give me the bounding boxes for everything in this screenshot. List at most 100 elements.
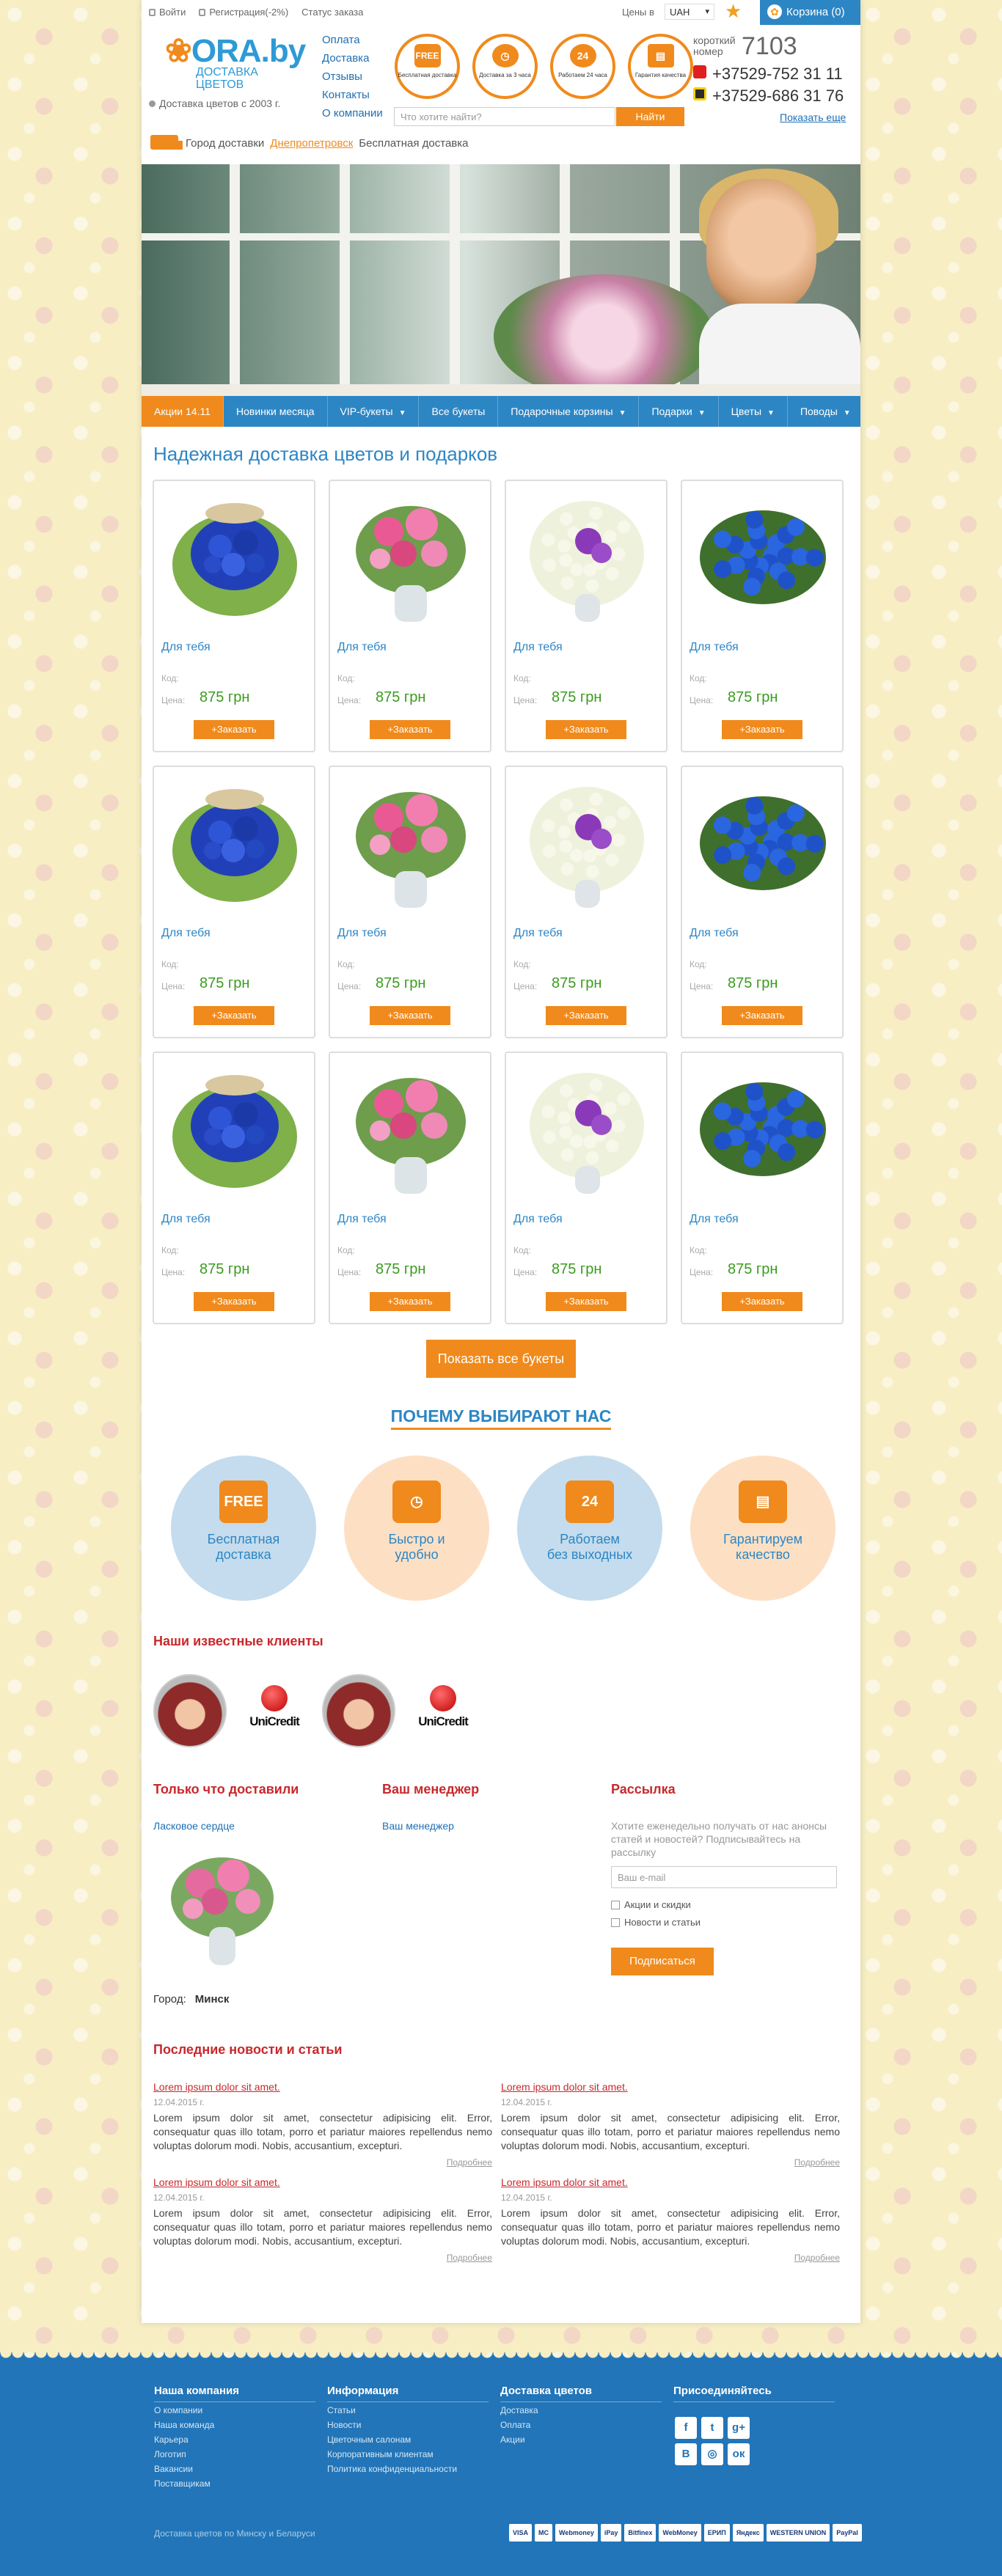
twitter-icon[interactable]: t — [701, 2417, 723, 2439]
product-card[interactable]: Для тебя Код: Цена: 875 грн +Заказать — [505, 1052, 668, 1324]
nav-payment[interactable]: Оплата — [322, 31, 383, 49]
product-card[interactable]: Для тебя Код: Цена: 875 грн +Заказать — [329, 766, 491, 1038]
footer-link[interactable]: Вакансии — [154, 2462, 315, 2476]
product-title[interactable]: Для тебя — [161, 927, 211, 940]
order-button[interactable]: +Заказать — [194, 720, 274, 739]
order-button[interactable]: +Заказать — [546, 1292, 626, 1311]
favorites-star-icon[interactable]: ★ — [725, 1, 742, 21]
order-button[interactable]: +Заказать — [194, 1292, 274, 1311]
menu-gifts[interactable]: Подарки ▼ — [639, 396, 719, 427]
product-card[interactable]: Для тебя Код: Цена: 875 грн +Заказать — [329, 480, 491, 752]
order-status-link[interactable]: Статус заказа — [301, 7, 363, 18]
product-title[interactable]: Для тебя — [513, 641, 563, 654]
product-card[interactable]: Для тебя Код: Цена: 875 грн +Заказать — [681, 1052, 844, 1324]
product-card[interactable]: Для тебя Код: Цена: 875 грн +Заказать — [153, 1052, 315, 1324]
login-link[interactable]: Войти — [149, 7, 186, 18]
bouquet-image[interactable] — [169, 777, 301, 911]
footer-link[interactable]: Доставка — [500, 2404, 662, 2417]
menu-all-bouquets[interactable]: Все букеты — [419, 396, 499, 427]
product-title[interactable]: Для тебя — [337, 641, 387, 654]
news-headline-link[interactable]: Lorem ipsum dolor sit amet. — [501, 2081, 840, 2093]
footer-link[interactable]: Корпоративным клиентам — [327, 2448, 489, 2461]
order-button[interactable]: +Заказать — [370, 720, 450, 739]
footer-link[interactable]: Статьи — [327, 2404, 489, 2417]
order-button[interactable]: +Заказать — [546, 720, 626, 739]
product-card[interactable]: Для тебя Код: Цена: 875 грн +Заказать — [153, 480, 315, 752]
footer-link[interactable]: Карьера — [154, 2433, 315, 2446]
search-button[interactable]: Найти — [616, 107, 684, 126]
bouquet-image[interactable] — [697, 491, 829, 625]
footer-link[interactable]: Поставщикам — [154, 2477, 315, 2490]
product-title[interactable]: Для тебя — [690, 927, 739, 940]
product-title[interactable]: Для тебя — [337, 927, 387, 940]
product-card[interactable]: Для тебя Код: Цена: 875 грн +Заказать — [681, 480, 844, 752]
checkbox-news[interactable]: Новости и статьи — [611, 1917, 701, 1928]
bouquet-image[interactable] — [169, 491, 301, 625]
product-card[interactable]: Для тебя Код: Цена: 875 грн +Заказать — [329, 1052, 491, 1324]
register-link[interactable]: Регистрация(-2%) — [199, 7, 288, 18]
currency-select[interactable]: UAH — [665, 4, 714, 20]
checkbox-promos[interactable]: Акции и скидки — [611, 1899, 691, 1910]
menu-new[interactable]: Новинки месяца — [224, 396, 328, 427]
product-title[interactable]: Для тебя — [337, 1213, 387, 1226]
news-more-link[interactable]: Подробнее — [153, 2253, 492, 2263]
bouquet-image[interactable] — [345, 1063, 477, 1197]
bouquet-image[interactable] — [697, 1063, 829, 1197]
footer-link[interactable]: Цветочным салонам — [327, 2433, 489, 2446]
manager-link[interactable]: Ваш менеджер — [382, 1820, 454, 1832]
bouquet-image[interactable] — [345, 491, 477, 625]
cart-button[interactable]: ✿ Корзина (0) — [760, 0, 860, 25]
bouquet-image[interactable] — [521, 491, 653, 625]
delivered-item-link[interactable]: Ласковое сердце — [153, 1820, 235, 1832]
footer-link[interactable]: Оплата — [500, 2418, 662, 2432]
order-button[interactable]: +Заказать — [370, 1292, 450, 1311]
bouquet-image[interactable] — [169, 1063, 301, 1197]
product-card[interactable]: Для тебя Код: Цена: 875 грн +Заказать — [505, 480, 668, 752]
bouquet-image[interactable] — [521, 777, 653, 911]
news-headline-link[interactable]: Lorem ipsum dolor sit amet. — [153, 2081, 492, 2093]
news-more-link[interactable]: Подробнее — [153, 2157, 492, 2168]
vk-icon[interactable]: В — [675, 2443, 697, 2465]
order-button[interactable]: +Заказать — [722, 720, 802, 739]
city-select-link[interactable]: Днепропетровск — [270, 137, 353, 150]
phone-velcom[interactable]: +37529-686 31 76 — [693, 87, 844, 106]
show-all-button[interactable]: Показать все букеты — [426, 1340, 576, 1378]
footer-link[interactable]: Акции — [500, 2433, 662, 2446]
product-card[interactable]: Для тебя Код: Цена: 875 грн +Заказать — [681, 766, 844, 1038]
product-title[interactable]: Для тебя — [690, 641, 739, 654]
footer-link[interactable]: Политика конфиденциальности — [327, 2462, 489, 2476]
nav-delivery[interactable]: Доставка — [322, 49, 383, 67]
google-plus-icon[interactable]: g+ — [728, 2417, 750, 2439]
nav-contacts[interactable]: Контакты — [322, 86, 383, 104]
footer-link[interactable]: Наша команда — [154, 2418, 315, 2432]
phone-mts[interactable]: +37529-752 31 11 — [693, 65, 843, 84]
news-more-link[interactable]: Подробнее — [501, 2253, 840, 2263]
order-button[interactable]: +Заказать — [370, 1006, 450, 1025]
subscribe-button[interactable]: Подписаться — [611, 1948, 714, 1975]
product-title[interactable]: Для тебя — [161, 1213, 211, 1226]
footer-link[interactable]: Новости — [327, 2418, 489, 2432]
bouquet-image[interactable] — [697, 777, 829, 911]
product-card[interactable]: Для тебя Код: Цена: 875 грн +Заказать — [505, 766, 668, 1038]
order-button[interactable]: +Заказать — [194, 1006, 274, 1025]
product-title[interactable]: Для тебя — [690, 1213, 739, 1226]
news-more-link[interactable]: Подробнее — [501, 2157, 840, 2168]
bouquet-image[interactable] — [345, 777, 477, 911]
nav-reviews[interactable]: Отзывы — [322, 67, 383, 86]
menu-flowers[interactable]: Цветы ▼ — [719, 396, 788, 427]
order-button[interactable]: +Заказать — [722, 1006, 802, 1025]
product-title[interactable]: Для тебя — [513, 1213, 563, 1226]
menu-vip[interactable]: VIP-букеты ▼ — [328, 396, 420, 427]
menu-promo[interactable]: Акции 14.11 — [142, 396, 224, 427]
menu-occasions[interactable]: Поводы ▼ — [788, 396, 863, 427]
news-headline-link[interactable]: Lorem ipsum dolor sit amet. — [501, 2176, 840, 2188]
facebook-icon[interactable]: f — [675, 2417, 697, 2439]
order-button[interactable]: +Заказать — [546, 1006, 626, 1025]
instagram-icon[interactable]: ◎ — [701, 2443, 723, 2465]
logo[interactable]: ❀ORA.by ДОСТАВКА ЦВЕТОВ — [162, 32, 306, 106]
search-input[interactable]: Что хотите найти? — [394, 107, 615, 126]
product-card[interactable]: Для тебя Код: Цена: 875 грн +Заказать — [153, 766, 315, 1038]
odnoklassniki-icon[interactable]: ок — [728, 2443, 750, 2465]
footer-link[interactable]: Логотип — [154, 2448, 315, 2461]
order-button[interactable]: +Заказать — [722, 1292, 802, 1311]
